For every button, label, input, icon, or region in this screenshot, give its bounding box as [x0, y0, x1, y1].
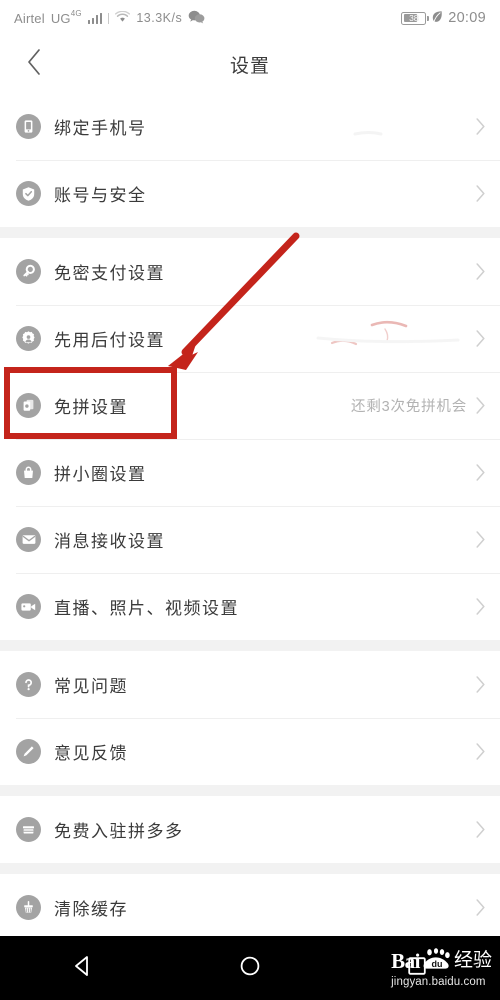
chevron-right-icon	[475, 675, 486, 694]
group-separator	[0, 785, 500, 796]
wifi-icon	[115, 10, 131, 26]
settings-row-label: 免费入驻拼多多	[54, 822, 184, 841]
video-camera-icon	[16, 594, 41, 619]
chevron-right-icon	[475, 530, 486, 549]
phone-icon	[16, 114, 41, 139]
gear-person-icon	[16, 326, 41, 351]
back-button[interactable]	[12, 36, 56, 93]
chevron-right-icon	[475, 262, 486, 281]
settings-row-bind-phone[interactable]: 绑定手机号	[0, 93, 500, 160]
chevron-right-icon	[475, 117, 486, 136]
settings-row-passwordfree-payment[interactable]: 免密支付设置	[0, 238, 500, 305]
settings-group: 免费入驻拼多多	[0, 796, 500, 863]
settings-group: 常见问题 意见反馈	[0, 651, 500, 785]
settings-row-pinxiaoquan[interactable]: 拼小圈设置	[0, 439, 500, 506]
settings-row-free-group-buy[interactable]: 免拼设置 还剩3次免拼机会	[0, 372, 500, 439]
signal-divider	[108, 12, 110, 24]
circle-home-icon	[237, 953, 263, 984]
settings-row-message-receive[interactable]: 消息接收设置	[0, 506, 500, 573]
settings-row-label: 常见问题	[54, 677, 128, 696]
chevron-right-icon	[475, 597, 486, 616]
bag-lock-icon	[16, 460, 41, 485]
settings-row-label: 绑定手机号	[54, 119, 147, 138]
network-type-text: UG	[50, 10, 71, 26]
settings-row-buy-now-pay-later[interactable]: 先用后付设置	[0, 305, 500, 372]
settings-list[interactable]: 绑定手机号 账号与安全 免密支付设置 先用后付设置 免拼设置 还剩3次免拼机会 …	[0, 93, 500, 936]
signal-bars-icon	[87, 12, 103, 24]
settings-row-label: 意见反馈	[54, 744, 128, 763]
settings-row-free-merchant-join[interactable]: 免费入驻拼多多	[0, 796, 500, 863]
chevron-right-icon	[475, 396, 486, 415]
settings-row-label: 直播、照片、视频设置	[54, 599, 239, 618]
settings-row-label: 免密支付设置	[54, 264, 165, 283]
key-icon	[16, 259, 41, 284]
status-bar: Airtel UG 4G 13.3K/s 38 20:09	[0, 0, 500, 36]
battery-icon: 38	[401, 11, 429, 25]
settings-row-label: 免拼设置	[54, 398, 128, 417]
settings-row-clear-cache[interactable]: 清除缓存	[0, 874, 500, 936]
phone-screen: Airtel UG 4G 13.3K/s 38 20:09 设置 绑定手机号 账…	[0, 0, 500, 1000]
system-navigation-bar: Bai du 经验 jingyan.baidu.com	[0, 936, 500, 1000]
shield-check-icon	[16, 181, 41, 206]
nav-back-button[interactable]	[0, 953, 167, 984]
back-chevron-icon	[26, 48, 42, 81]
settings-row-live-photo-video[interactable]: 直播、照片、视频设置	[0, 573, 500, 640]
data-speed-label: 13.3K/s	[136, 11, 183, 25]
settings-row-value: 还剩3次免拼机会	[351, 399, 467, 415]
network-generation-text: 4G	[70, 8, 82, 18]
leaf-icon	[431, 10, 443, 27]
nav-recents-button[interactable]	[333, 953, 500, 984]
chevron-right-icon	[475, 742, 486, 761]
broom-icon	[16, 895, 41, 920]
chevron-right-icon	[475, 898, 486, 917]
settings-row-label: 先用后付设置	[54, 331, 165, 350]
clock-label: 20:09	[448, 10, 486, 26]
settings-row-label: 消息接收设置	[54, 532, 165, 551]
chevron-right-icon	[475, 184, 486, 203]
question-mark-icon	[16, 672, 41, 697]
triangle-back-icon	[70, 953, 96, 984]
nav-home-button[interactable]	[167, 953, 334, 984]
carrier-label: Airtel	[14, 10, 45, 26]
status-bar-right: 38 20:09	[401, 10, 486, 27]
group-separator	[0, 640, 500, 651]
title-bar: 设置	[0, 36, 500, 93]
page-title: 设置	[229, 56, 270, 77]
network-type-label: UG 4G	[50, 8, 82, 26]
envelope-icon	[16, 527, 41, 552]
square-recents-icon	[404, 953, 430, 984]
storefront-icon	[16, 817, 41, 842]
pencil-icon	[16, 739, 41, 764]
wechat-icon	[188, 10, 205, 27]
settings-group: 清除缓存	[0, 874, 500, 936]
settings-row-label: 清除缓存	[54, 900, 128, 919]
chevron-right-icon	[475, 329, 486, 348]
chevron-right-icon	[475, 820, 486, 839]
group-separator	[0, 863, 500, 874]
settings-row-faq[interactable]: 常见问题	[0, 651, 500, 718]
cards-icon	[16, 393, 41, 418]
battery-level-label: 38	[409, 12, 419, 23]
settings-group: 免密支付设置 先用后付设置 免拼设置 还剩3次免拼机会 拼小圈设置 消息接收设置…	[0, 238, 500, 640]
group-separator	[0, 227, 500, 238]
settings-row-account-security[interactable]: 账号与安全	[0, 160, 500, 227]
settings-row-feedback[interactable]: 意见反馈	[0, 718, 500, 785]
settings-row-label: 账号与安全	[54, 186, 147, 205]
settings-group: 绑定手机号 账号与安全	[0, 93, 500, 227]
status-bar-left: Airtel UG 4G 13.3K/s	[14, 8, 401, 27]
settings-row-label: 拼小圈设置	[54, 465, 147, 484]
chevron-right-icon	[475, 463, 486, 482]
